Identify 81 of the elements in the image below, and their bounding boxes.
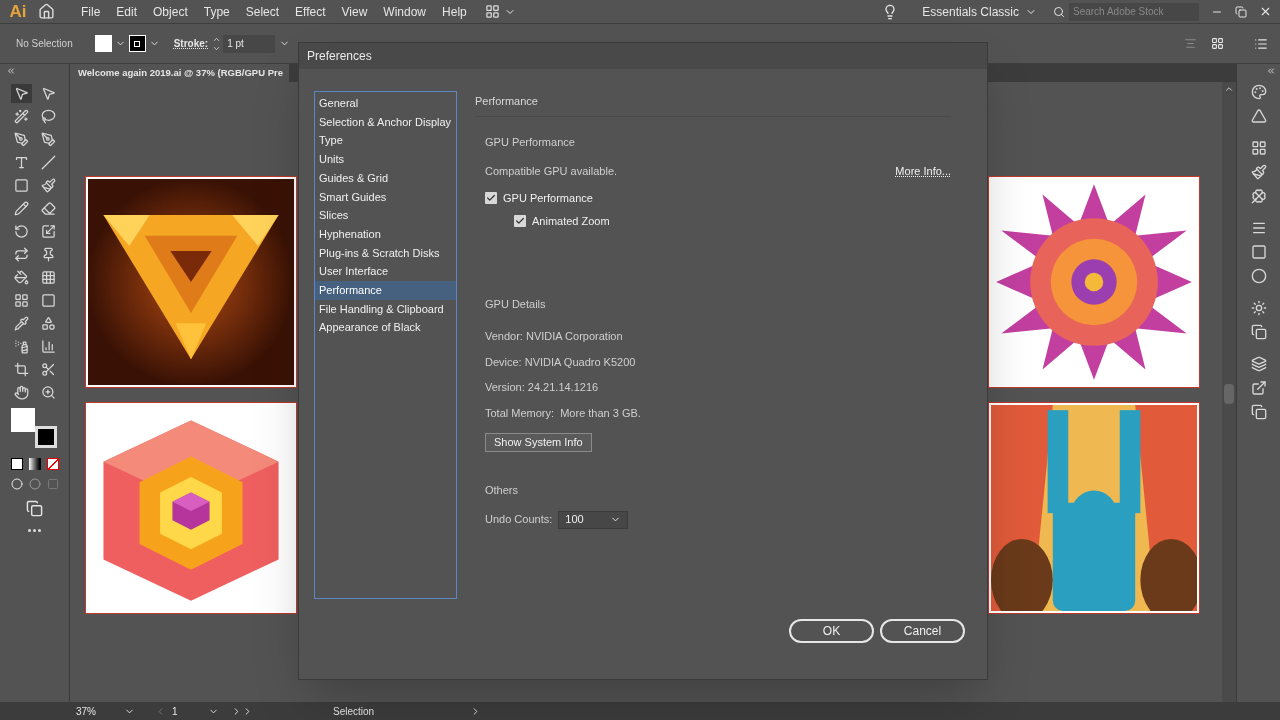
category-item[interactable]: Performance [315, 280, 456, 300]
document-tab[interactable]: Welcome again 2019.ai @ 37% (RGB/GPU Pre [72, 64, 289, 82]
category-item[interactable]: Plug-ins & Scratch Disks [315, 243, 456, 263]
stroke-lines-icon[interactable] [1250, 220, 1267, 236]
gpu-status-text: Compatible GPU available. [485, 164, 618, 179]
palette-icon[interactable] [1250, 84, 1267, 100]
close-icon[interactable] [1259, 5, 1272, 18]
category-item[interactable]: Selection & Anchor Display [315, 112, 456, 132]
stroke-color-swatch[interactable] [34, 426, 57, 448]
menu-item[interactable]: Select [237, 2, 288, 21]
swatches-icon[interactable] [1250, 140, 1267, 156]
menu-item[interactable]: Object [145, 2, 196, 21]
menu-item[interactable]: Type [195, 2, 238, 21]
current-tool-label: Selection [333, 704, 375, 719]
category-item[interactable]: Smart Guides [315, 187, 456, 207]
dialog-button[interactable]: Cancel [880, 619, 965, 643]
checkbox-label: Animated Zoom [532, 214, 610, 229]
menu-item[interactable]: Effect [287, 2, 334, 21]
zoom-level-field[interactable]: 37% [76, 703, 124, 719]
stroke-weight-field[interactable]: 1 pt [223, 34, 276, 53]
undo-counts-label: Undo Counts: [485, 512, 553, 528]
group-heading: Others [485, 483, 519, 498]
checkbox[interactable] [514, 215, 526, 228]
color-mode-swatch[interactable] [10, 458, 23, 470]
group-heading: GPU Performance [485, 134, 576, 150]
category-item[interactable]: User Interface [315, 262, 456, 281]
section-heading: Performance [475, 91, 951, 117]
stroke-label: Stroke: [173, 37, 209, 51]
restore-icon[interactable] [1235, 5, 1247, 18]
gpu-detail-text: Version: 24.21.14.1216 [485, 380, 600, 395]
category-item[interactable]: Type [315, 131, 456, 151]
selection-status: No Selection [16, 37, 73, 51]
menu-item[interactable]: Edit [108, 2, 146, 21]
category-item[interactable]: Appearance of Black [315, 318, 456, 337]
layers-icon[interactable] [1250, 356, 1267, 372]
arrange-documents-icon[interactable] [484, 4, 500, 19]
brushes-icon[interactable] [1250, 164, 1267, 180]
arrange-icon[interactable] [1211, 37, 1224, 50]
fill-swatch[interactable] [94, 35, 112, 52]
page-number-field[interactable]: 1 [172, 703, 208, 719]
category-item[interactable]: Units [315, 150, 456, 169]
category-item[interactable]: Hyphenation [315, 224, 456, 244]
checkbox-label: GPU Performance [503, 190, 593, 206]
sun-icon[interactable] [1250, 300, 1267, 316]
group-heading: GPU Details [485, 296, 547, 312]
menu-item[interactable]: Window [375, 2, 435, 21]
search-icon[interactable] [1053, 5, 1065, 18]
gpu-detail-text: Total Memory: More than 3 GB. [485, 405, 642, 421]
scrollbar[interactable] [1222, 82, 1236, 702]
undo-counts-select[interactable]: 100 [558, 510, 629, 529]
menu-item[interactable]: File [73, 2, 109, 21]
home-icon[interactable] [38, 3, 55, 20]
export-icon[interactable] [1250, 380, 1267, 396]
gpu-detail-text: Vendor: NVIDIA Corporation [485, 329, 624, 344]
none-mode-swatch[interactable] [46, 458, 59, 470]
collapse-icon[interactable] [6, 66, 16, 76]
category-item[interactable]: Slices [315, 206, 456, 225]
more-tools-icon[interactable] [28, 529, 41, 532]
gpu-detail-text: Device: NVIDIA Quadro K5200 [485, 354, 637, 370]
gradient-mode-swatch[interactable] [28, 458, 41, 470]
category-item[interactable]: File Handling & Clipboard [315, 299, 456, 319]
category-item[interactable]: Guides & Grid [315, 168, 456, 188]
fill-color-swatch[interactable] [10, 408, 35, 432]
more-info-link[interactable]: More Info... [895, 163, 951, 180]
category-item[interactable]: General [315, 94, 456, 113]
app-logo: Ai [8, 0, 28, 23]
dialog-title: Preferences [307, 48, 372, 65]
circles-icon[interactable] [1250, 268, 1267, 284]
scrollbar-thumb[interactable] [1224, 384, 1234, 404]
dialog-button[interactable]: OK [789, 619, 874, 643]
menu-item[interactable]: Help [434, 2, 475, 21]
search-field[interactable]: Search Adobe Stock [1069, 2, 1199, 21]
checkbox[interactable] [485, 191, 497, 204]
show-system-info-button[interactable]: Show System Info [485, 433, 592, 452]
list-menu-icon[interactable] [1254, 36, 1268, 51]
stroke-swatch[interactable] [128, 35, 146, 52]
collapse-icon[interactable] [1266, 66, 1276, 76]
club-icon[interactable] [1250, 188, 1267, 204]
menu-item[interactable]: View [333, 2, 376, 21]
workspace-switcher[interactable]: Essentials Classic [922, 2, 1037, 21]
scroll-up-icon[interactable] [1224, 84, 1234, 94]
